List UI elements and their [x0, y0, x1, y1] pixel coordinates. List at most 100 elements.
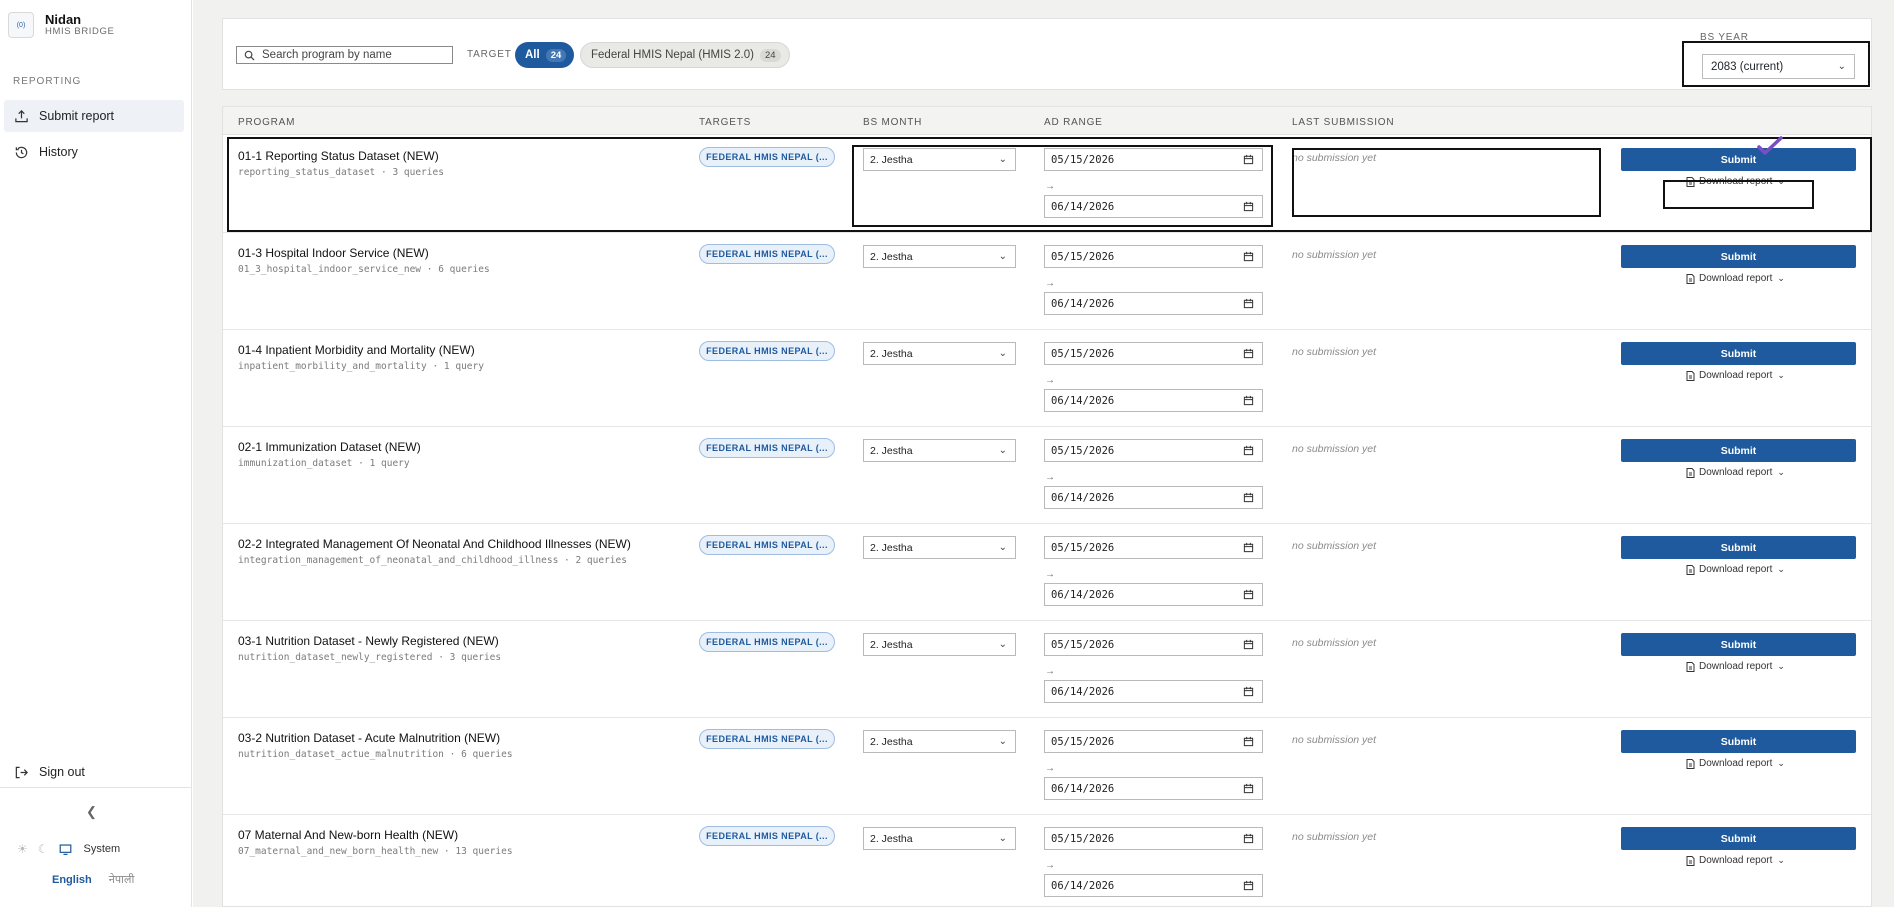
last-submission-status: no submission yet: [1292, 443, 1377, 455]
sign-out-icon: [15, 766, 28, 778]
download-report-button[interactable]: Download report ⌄: [1686, 855, 1785, 866]
highlight-box-dates: [852, 145, 1273, 227]
section-label-reporting: REPORTING: [13, 76, 82, 87]
history-icon: [15, 146, 28, 158]
ad-from-date-input[interactable]: 05/15/2026: [1044, 439, 1263, 462]
meta-separator: ·: [443, 749, 462, 760]
bs-month-value: 2. Jestha: [870, 832, 913, 845]
ad-from-value: 05/15/2026: [1051, 250, 1115, 263]
moon-icon[interactable]: ☾: [38, 842, 49, 856]
theme-label[interactable]: System: [84, 843, 121, 855]
sidebar-item-label: History: [39, 145, 78, 159]
range-arrow-icon: →: [1045, 375, 1055, 386]
target-badge: FEDERAL HMIS NEPAL (...: [699, 244, 835, 264]
chevron-down-icon: ⌄: [998, 251, 1007, 262]
download-report-button[interactable]: Download report ⌄: [1686, 273, 1785, 284]
program-meta: nutrition_dataset_actue_malnutrition · 6…: [238, 749, 513, 760]
calendar-icon[interactable]: [1243, 833, 1254, 844]
bs-month-select[interactable]: 2. Jestha ⌄: [863, 730, 1016, 753]
program-code: inpatient_morbility_and_mortality: [238, 361, 427, 372]
submit-button[interactable]: Submit: [1621, 439, 1856, 462]
bs-month-select[interactable]: 2. Jestha ⌄: [863, 633, 1016, 656]
calendar-icon[interactable]: [1243, 639, 1254, 650]
calendar-icon[interactable]: [1243, 298, 1254, 309]
submit-button[interactable]: Submit: [1621, 536, 1856, 559]
program-queries: 6 queries: [461, 749, 513, 760]
download-report-button[interactable]: Download report ⌄: [1686, 370, 1785, 381]
search-input[interactable]: Search program by name: [236, 46, 453, 64]
submit-button[interactable]: Submit: [1621, 730, 1856, 753]
calendar-icon[interactable]: [1243, 251, 1254, 262]
bs-month-select[interactable]: 2. Jestha ⌄: [863, 439, 1016, 462]
ad-to-date-input[interactable]: 06/14/2026: [1044, 777, 1263, 800]
download-report-button[interactable]: Download report ⌄: [1686, 758, 1785, 769]
program-queries: 2 queries: [575, 555, 627, 566]
ad-from-date-input[interactable]: 05/15/2026: [1044, 827, 1263, 850]
submit-button[interactable]: Submit: [1621, 342, 1856, 365]
table-row: 02-2 Integrated Management Of Neonatal A…: [223, 524, 1871, 621]
calendar-icon[interactable]: [1243, 348, 1254, 359]
bs-month-select[interactable]: 2. Jestha ⌄: [863, 245, 1016, 268]
search-placeholder: Search program by name: [262, 49, 392, 61]
ad-from-date-input[interactable]: 05/15/2026: [1044, 342, 1263, 365]
submit-button[interactable]: Submit: [1621, 633, 1856, 656]
ad-to-date-input[interactable]: 06/14/2026: [1044, 486, 1263, 509]
chip-count: 24: [545, 48, 567, 62]
ad-to-date-input[interactable]: 06/14/2026: [1044, 874, 1263, 897]
table-row: 01-3 Hospital Indoor Service (NEW) 01_3_…: [223, 233, 1871, 330]
sidebar-item-submit-report[interactable]: Submit report: [4, 100, 184, 132]
calendar-icon[interactable]: [1243, 542, 1254, 553]
calendar-icon[interactable]: [1243, 395, 1254, 406]
sun-icon[interactable]: ☀: [17, 842, 28, 856]
ad-from-date-input[interactable]: 05/15/2026: [1044, 633, 1263, 656]
calendar-icon[interactable]: [1243, 589, 1254, 600]
upload-icon: [15, 109, 28, 122]
ad-to-value: 06/14/2026: [1051, 879, 1115, 892]
bs-month-select[interactable]: 2. Jestha ⌄: [863, 342, 1016, 365]
calendar-icon[interactable]: [1243, 445, 1254, 456]
language-nepali[interactable]: नेपाली: [109, 874, 135, 886]
download-report-button[interactable]: Download report ⌄: [1686, 661, 1785, 672]
last-submission-status: no submission yet: [1292, 734, 1377, 746]
table-row: 03-1 Nutrition Dataset - Newly Registere…: [223, 621, 1871, 718]
program-meta: immunization_dataset · 1 query: [238, 458, 410, 469]
target-chip-federal-hmis[interactable]: Federal HMIS Nepal (HMIS 2.0) 24: [580, 42, 790, 68]
ad-from-value: 05/15/2026: [1051, 444, 1115, 457]
table-row: 03-2 Nutrition Dataset - Acute Malnutrit…: [223, 718, 1871, 815]
submit-button[interactable]: Submit: [1621, 245, 1856, 268]
calendar-icon[interactable]: [1243, 736, 1254, 747]
ad-from-value: 05/15/2026: [1051, 347, 1115, 360]
download-report-button[interactable]: Download report ⌄: [1686, 564, 1785, 575]
monitor-icon[interactable]: [59, 843, 72, 856]
chevron-down-icon: ⌄: [1777, 661, 1785, 671]
target-chip-all[interactable]: All 24: [515, 42, 575, 68]
bs-month-select[interactable]: 2. Jestha ⌄: [863, 827, 1016, 850]
sign-out-label: Sign out: [39, 765, 85, 779]
calendar-icon[interactable]: [1243, 880, 1254, 891]
ad-to-date-input[interactable]: 06/14/2026: [1044, 680, 1263, 703]
calendar-icon[interactable]: [1243, 783, 1254, 794]
sidebar-item-history[interactable]: History: [4, 136, 184, 168]
ad-from-date-input[interactable]: 05/15/2026: [1044, 730, 1263, 753]
ad-to-date-input[interactable]: 06/14/2026: [1044, 583, 1263, 606]
brand[interactable]: (0) Nidan HMIS BRIDGE: [8, 12, 114, 38]
collapse-sidebar-icon[interactable]: ❮: [86, 804, 102, 820]
ad-from-date-input[interactable]: 05/15/2026: [1044, 245, 1263, 268]
download-report-button[interactable]: Download report ⌄: [1686, 467, 1785, 478]
calendar-icon[interactable]: [1243, 686, 1254, 697]
ad-to-date-input[interactable]: 06/14/2026: [1044, 292, 1263, 315]
range-arrow-icon: →: [1045, 763, 1055, 774]
language-english[interactable]: English: [52, 874, 92, 886]
meta-separator: ·: [421, 264, 439, 275]
program-code: 01_3_hospital_indoor_service_new: [238, 264, 422, 275]
calendar-icon[interactable]: [1243, 492, 1254, 503]
ad-to-date-input[interactable]: 06/14/2026: [1044, 389, 1263, 412]
bs-month-select[interactable]: 2. Jestha ⌄: [863, 536, 1016, 559]
submit-button[interactable]: Submit: [1621, 827, 1856, 850]
ad-from-date-input[interactable]: 05/15/2026: [1044, 536, 1263, 559]
sign-out-button[interactable]: Sign out: [4, 756, 184, 788]
last-submission-status: no submission yet: [1292, 249, 1377, 261]
target-badge: FEDERAL HMIS NEPAL (...: [699, 826, 835, 846]
document-icon: [1686, 370, 1695, 381]
meta-separator: ·: [438, 846, 456, 857]
